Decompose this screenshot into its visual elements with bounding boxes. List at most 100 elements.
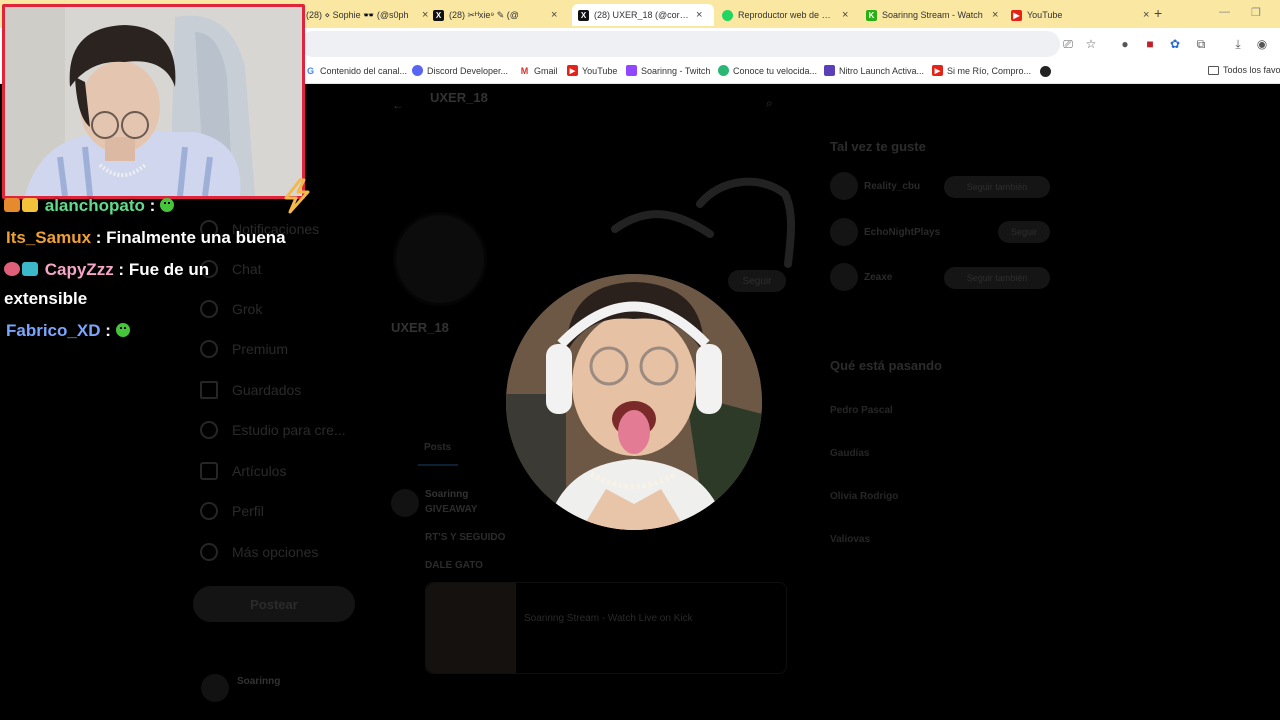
extension-icon[interactable]: ●: [1118, 37, 1132, 51]
extension-icon[interactable]: ✿: [1168, 37, 1182, 51]
bookmark-item[interactable]: ▶ YouTube: [567, 65, 617, 76]
post-text: RT'S Y SEGUIDO: [425, 532, 506, 543]
speedtest-icon: [718, 65, 729, 76]
youtube-icon: ▶: [567, 65, 578, 76]
emote-icon: [115, 323, 130, 337]
minimize-icon[interactable]: —: [1219, 6, 1230, 18]
nitro-icon: [824, 65, 835, 76]
bookmark-label: Conoce tu velocida...: [733, 65, 818, 76]
post-author: Soarinng: [425, 489, 469, 500]
tab-posts[interactable]: Posts: [424, 442, 451, 453]
close-icon[interactable]: ×: [842, 9, 848, 21]
chat-text: Finalmente una buena: [101, 228, 286, 247]
suggestion-name: Zeaxe: [864, 271, 893, 283]
article-icon: [200, 462, 218, 480]
globe-icon[interactable]: [1040, 66, 1051, 77]
chat-message: Fabrico_XD :: [6, 321, 130, 341]
address-bar[interactable]: [300, 31, 1060, 57]
chat-username[interactable]: Fabrico_XD: [6, 321, 100, 340]
avatar[interactable]: [201, 674, 229, 702]
post-button[interactable]: Postear: [193, 586, 355, 622]
suggestion-item[interactable]: Reality_cbu: [830, 172, 920, 200]
grid-badge-icon: [22, 262, 38, 276]
subscriber-badge-icon: [4, 198, 20, 212]
link-card[interactable]: Soarinng Stream - Watch Live on Kick: [425, 582, 787, 674]
bookmark-item[interactable]: Conoce tu velocida...: [718, 65, 817, 76]
bookmark-label: Si me Río, Compro...: [947, 65, 1032, 76]
nav-profile[interactable]: Perfil: [200, 502, 264, 520]
nav-more[interactable]: Más opciones: [200, 543, 318, 561]
back-arrow-icon[interactable]: ←: [392, 98, 404, 112]
trend-item[interactable]: Pedro Pascal: [830, 405, 893, 416]
bookmark-item[interactable]: ▶ Si me Río, Compro...: [932, 65, 1031, 76]
chat-separator: :: [113, 260, 125, 279]
kick-icon: K: [866, 9, 877, 21]
nav-bookmarks[interactable]: Guardados: [200, 381, 301, 399]
bookmark-item[interactable]: Soarinng - Twitch: [626, 65, 710, 76]
close-icon[interactable]: ×: [992, 9, 998, 21]
bookmark-item[interactable]: Discord Developer...: [412, 65, 508, 76]
nav-articles[interactable]: Artículos: [200, 462, 286, 480]
trend-item[interactable]: Olivia Rodrigo: [830, 491, 898, 502]
card-title: Soarinng Stream - Watch Live on Kick: [524, 613, 693, 624]
nav-chat[interactable]: Chat: [200, 260, 262, 278]
follow-back-button[interactable]: Seguir también: [944, 267, 1050, 289]
suggestion-item[interactable]: Zeaxe: [830, 263, 892, 291]
download-icon[interactable]: ⤓: [1231, 37, 1245, 51]
browser-tab[interactable]: ▶ YouTube ×: [1011, 4, 1149, 26]
bookmark-label: Contenido del canal...: [320, 65, 408, 76]
chat-username[interactable]: CapyZzz: [45, 260, 114, 279]
browser-tab[interactable]: Reproductor web de Spo ×: [722, 4, 848, 26]
bookmark-item[interactable]: Nitro Launch Activa...: [824, 65, 924, 76]
follow-back-button[interactable]: Seguir también: [944, 176, 1050, 198]
nav-grok[interactable]: Grok: [200, 300, 262, 318]
star-icon[interactable]: ☆: [1084, 37, 1098, 51]
cast-icon[interactable]: ⎚: [1061, 37, 1075, 51]
close-icon[interactable]: ×: [422, 9, 428, 21]
profile-avatar[interactable]: [393, 212, 487, 306]
nav-studio[interactable]: Estudio para cre...: [200, 421, 346, 439]
tab-label: YouTube: [1027, 10, 1063, 20]
avatar: [830, 172, 858, 200]
maximize-icon[interactable]: ❐: [1251, 6, 1261, 19]
chat-separator: :: [144, 196, 156, 215]
reaction-cam: [506, 274, 762, 530]
profile-header-name: UXER_18: [430, 90, 488, 105]
chat-text: Fue de un: [124, 260, 210, 279]
bookmark-label: Discord Developer...: [427, 65, 509, 76]
new-tab-icon[interactable]: +: [1154, 5, 1162, 21]
close-icon[interactable]: ×: [551, 9, 557, 21]
profile-icon[interactable]: ◉: [1255, 37, 1269, 51]
tab-label: (28) ✂︎ᴴxie⁹ ✎ (@: [449, 9, 519, 20]
x-premium-icon: [200, 340, 218, 358]
browser-tab[interactable]: (28) ⋄ Sophie 🕶️ (@s0ph ×: [306, 4, 428, 26]
chat-username[interactable]: Its_Samux: [6, 228, 91, 247]
card-thumbnail: [426, 583, 516, 673]
follow-button[interactable]: Seguir: [728, 270, 786, 292]
search-icon[interactable]: ⌕: [766, 96, 773, 111]
extension-icon[interactable]: ■: [1143, 37, 1157, 51]
avatar: [391, 489, 419, 517]
follow-button[interactable]: Seguir: [998, 221, 1050, 243]
trend-item[interactable]: Valiovas: [830, 534, 870, 545]
nav-label: Chat: [232, 261, 262, 277]
close-icon[interactable]: ×: [696, 9, 702, 21]
browser-tab[interactable]: K Soarinng Stream - Watch ×: [866, 4, 998, 26]
chat-message: Its_Samux : Finalmente una buena: [6, 228, 286, 248]
puzzle-icon[interactable]: ⧉: [1194, 37, 1208, 51]
nav-premium[interactable]: Premium: [200, 340, 288, 358]
google-icon: G: [306, 65, 314, 76]
chat-username[interactable]: alanchopato: [45, 196, 145, 215]
bookmark-item[interactable]: M Gmail: [519, 65, 558, 76]
browser-tab-active[interactable]: X (28) UXER_18 (@correa_u ×: [572, 4, 714, 26]
crown-badge-icon: [22, 198, 38, 212]
close-icon[interactable]: ×: [1143, 9, 1149, 21]
webcam-feed: [5, 7, 302, 196]
trend-item[interactable]: Gaudías: [830, 448, 869, 459]
browser-tab[interactable]: X (28) ✂︎ᴴxie⁹ ✎ (@ ×: [433, 4, 557, 26]
suggestion-item[interactable]: EchoNightPlays: [830, 218, 940, 246]
avatar: [830, 263, 858, 291]
post-text: DALE GATO: [425, 560, 483, 571]
bookmark-item[interactable]: G Contenido del canal...: [305, 65, 407, 76]
bookmark-item[interactable]: Todos los favor: [1208, 65, 1280, 75]
